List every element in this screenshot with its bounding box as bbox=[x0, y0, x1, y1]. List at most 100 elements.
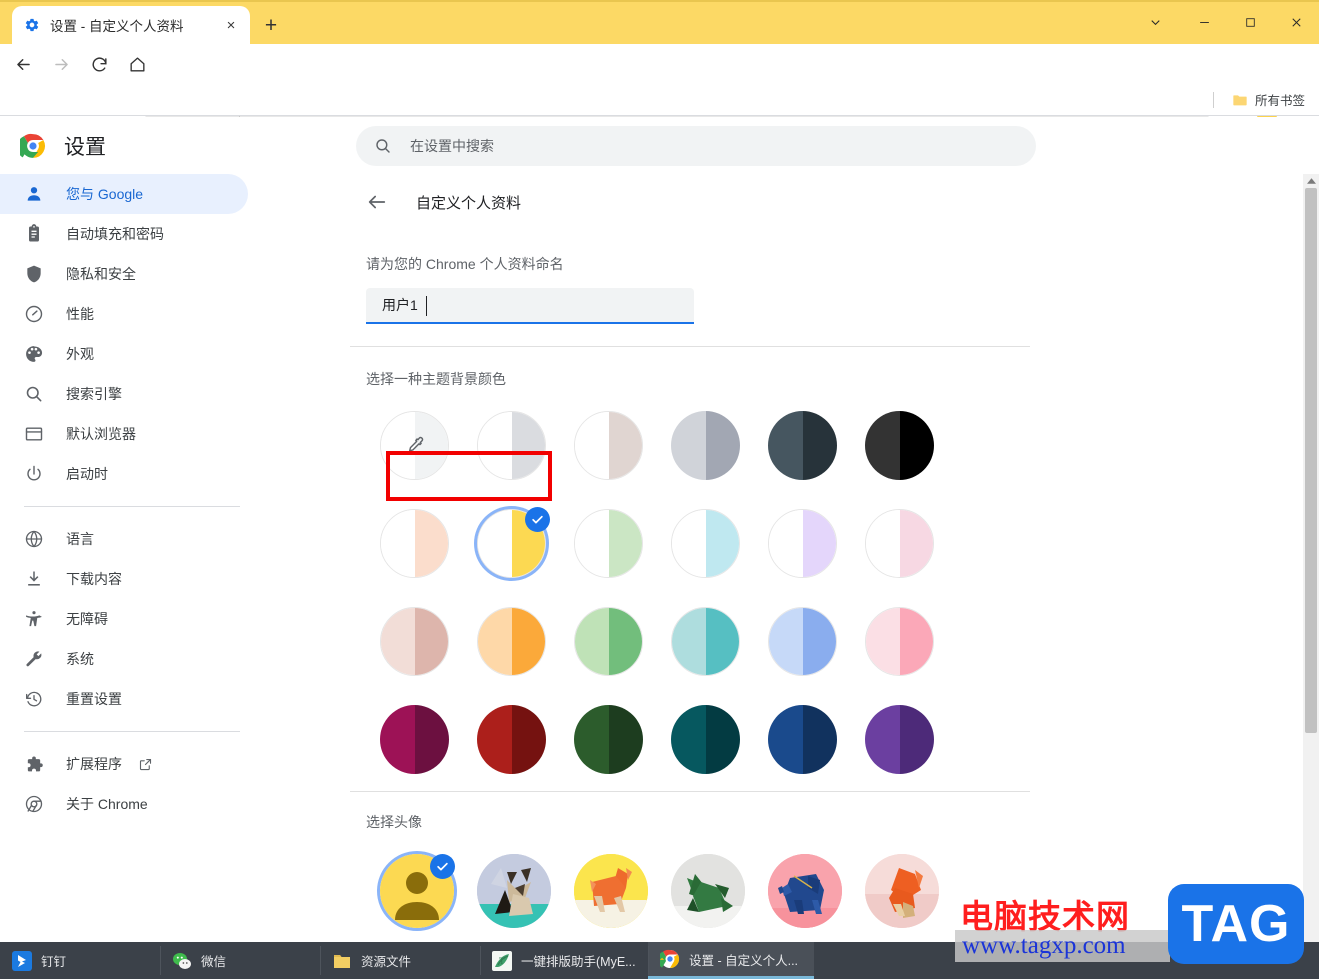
vertical-scrollbar[interactable] bbox=[1303, 174, 1319, 942]
theme-swatch-cell bbox=[380, 605, 477, 677]
back-arrow-icon[interactable] bbox=[366, 191, 388, 213]
swatch-half-right bbox=[803, 510, 837, 577]
sidebar-item-5[interactable]: 搜索引擎 bbox=[0, 374, 248, 414]
theme-swatch-cell bbox=[574, 605, 671, 677]
theme-red-dark[interactable] bbox=[477, 705, 546, 774]
avatar-origami-elephant[interactable] bbox=[768, 854, 842, 928]
sidebar-item-0[interactable]: 您与 Google bbox=[0, 174, 248, 214]
avatar-origami-fox[interactable] bbox=[865, 854, 939, 928]
swatch-half-left bbox=[575, 412, 609, 479]
theme-light-cyan[interactable] bbox=[671, 509, 740, 578]
theme-forest-green[interactable] bbox=[574, 705, 643, 774]
theme-magenta-dark[interactable] bbox=[380, 705, 449, 774]
window-top-border bbox=[0, 0, 1319, 2]
sidebar-item-13[interactable]: 扩展程序 bbox=[0, 744, 248, 784]
swatch-half-left bbox=[672, 510, 706, 577]
avatar-section: 选择头像 bbox=[350, 792, 1030, 942]
theme-teal[interactable] bbox=[671, 607, 740, 676]
close-icon[interactable] bbox=[1273, 0, 1319, 44]
watermark-tag-logo: TAG bbox=[1168, 884, 1304, 964]
sidebar-item-9[interactable]: 下载内容 bbox=[0, 559, 248, 599]
all-bookmarks-button[interactable]: 所有书签 bbox=[1226, 88, 1311, 111]
theme-navy[interactable] bbox=[768, 705, 837, 774]
swatch-half-left bbox=[865, 705, 900, 774]
theme-deep-teal[interactable] bbox=[671, 705, 740, 774]
profile-name-input[interactable] bbox=[366, 288, 694, 324]
maximize-icon[interactable] bbox=[1227, 0, 1273, 44]
search-input[interactable]: 在设置中搜索 bbox=[356, 126, 1036, 166]
avatar-cell bbox=[865, 854, 962, 928]
theme-blue[interactable] bbox=[768, 607, 837, 676]
sidebar-item-6[interactable]: 默认浏览器 bbox=[0, 414, 248, 454]
sidebar-item-3[interactable]: 性能 bbox=[0, 294, 248, 334]
taskbar-item-3[interactable]: T一键排版助手(MyE... bbox=[480, 942, 648, 979]
swatch-half-left bbox=[478, 412, 512, 479]
theme-light-purple[interactable] bbox=[768, 509, 837, 578]
theme-swatch-cell bbox=[380, 507, 477, 579]
theme-light-green[interactable] bbox=[574, 509, 643, 578]
person-icon bbox=[24, 184, 44, 204]
swatch-half-right bbox=[803, 705, 838, 774]
theme-blush[interactable] bbox=[380, 607, 449, 676]
theme-light-pink[interactable] bbox=[865, 509, 934, 578]
custom-color-picker[interactable] bbox=[380, 411, 449, 480]
taskbar-divider bbox=[160, 946, 161, 975]
theme-black[interactable] bbox=[865, 411, 934, 480]
scroll-up-arrow-icon[interactable] bbox=[1303, 174, 1319, 188]
tab-search-icon[interactable] bbox=[1129, 0, 1181, 44]
sidebar-item-12[interactable]: 重置设置 bbox=[0, 679, 248, 719]
sidebar-item-7[interactable]: 启动时 bbox=[0, 454, 248, 494]
taskbar-item-2[interactable]: 资源文件 bbox=[320, 942, 480, 979]
swatch-half-left bbox=[478, 608, 512, 675]
theme-pink[interactable] bbox=[865, 607, 934, 676]
swatch-half-right bbox=[512, 705, 547, 774]
sidebar-item-label: 您与 Google bbox=[66, 184, 143, 204]
new-tab-button[interactable]: + bbox=[256, 10, 286, 40]
home-icon[interactable] bbox=[122, 49, 152, 79]
theme-light-peach[interactable] bbox=[380, 509, 449, 578]
scrollbar-thumb[interactable] bbox=[1305, 188, 1317, 733]
theme-color-label: 选择一种主题背景颜色 bbox=[366, 369, 1014, 389]
sidebar-item-8[interactable]: 语言 bbox=[0, 519, 248, 559]
sidebar-item-label: 自动填充和密码 bbox=[66, 224, 164, 244]
theme-dark-slate[interactable] bbox=[768, 411, 837, 480]
browser-tab[interactable]: 设置 - 自定义个人资料 × bbox=[12, 6, 250, 44]
theme-yellow[interactable] bbox=[477, 509, 546, 578]
app-icon: T bbox=[492, 951, 512, 971]
theme-orange[interactable] bbox=[477, 607, 546, 676]
avatar-default-person[interactable] bbox=[380, 854, 454, 928]
theme-white-grey[interactable] bbox=[477, 411, 546, 480]
swatch-half-right bbox=[900, 411, 935, 480]
theme-swatch-cell bbox=[865, 605, 962, 677]
taskbar-item-1[interactable]: 微信 bbox=[160, 942, 320, 979]
theme-green[interactable] bbox=[574, 607, 643, 676]
chrome-icon bbox=[660, 949, 680, 969]
tab-title: 设置 - 自定义个人资料 bbox=[50, 15, 220, 35]
sidebar-item-11[interactable]: 系统 bbox=[0, 639, 248, 679]
back-arrow-icon[interactable] bbox=[8, 49, 38, 79]
sidebar-item-1[interactable]: 自动填充和密码 bbox=[0, 214, 248, 254]
swatch-half-right bbox=[609, 705, 644, 774]
taskbar-item-0[interactable]: 钉钉 bbox=[0, 942, 160, 979]
gear-icon bbox=[24, 17, 40, 33]
avatar-origami-dragon[interactable] bbox=[671, 854, 745, 928]
close-icon[interactable]: × bbox=[220, 14, 242, 36]
sidebar-item-14[interactable]: 关于 Chrome bbox=[0, 784, 248, 824]
theme-purple[interactable] bbox=[865, 705, 934, 774]
theme-white-beige[interactable] bbox=[574, 411, 643, 480]
theme-grey[interactable] bbox=[671, 411, 740, 480]
reload-icon[interactable] bbox=[84, 49, 114, 79]
taskbar-item-label: 资源文件 bbox=[361, 951, 411, 970]
avatar-origami-dog[interactable] bbox=[574, 854, 648, 928]
sidebar-item-10[interactable]: 无障碍 bbox=[0, 599, 248, 639]
swatch-half-left bbox=[866, 608, 900, 675]
sidebar-item-2[interactable]: 隐私和安全 bbox=[0, 254, 248, 294]
minimize-icon[interactable] bbox=[1181, 0, 1227, 44]
swatch-disc bbox=[671, 705, 740, 774]
taskbar-item-4[interactable]: 设置 - 自定义个人... bbox=[648, 942, 814, 979]
avatar-origami-cat[interactable] bbox=[477, 854, 551, 928]
swatch-disc bbox=[671, 411, 740, 480]
theme-swatch-cell bbox=[671, 605, 768, 677]
swatch-half-left bbox=[478, 510, 512, 577]
sidebar-item-4[interactable]: 外观 bbox=[0, 334, 248, 374]
